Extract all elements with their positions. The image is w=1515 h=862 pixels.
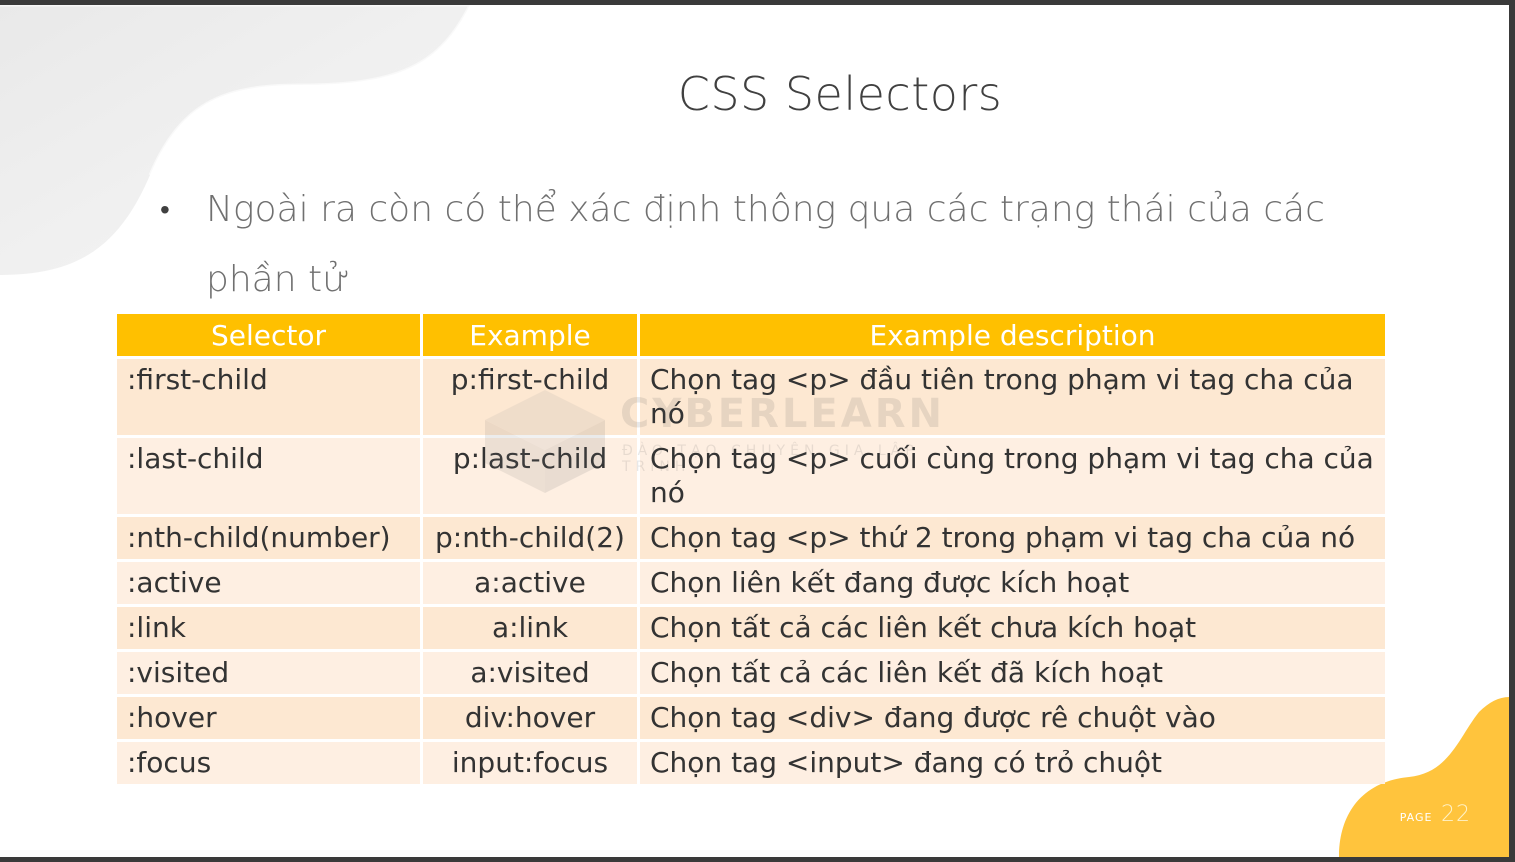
table-row: :focus input:focus Chọn tag <input> đang… [117, 742, 1385, 784]
cell-description: Chọn tất cả các liên kết chưa kích hoạt [640, 607, 1385, 649]
header-description: Example description [640, 314, 1385, 356]
header-example: Example [423, 314, 637, 356]
table-row: :last-child p:last-child Chọn tag <p> cu… [117, 438, 1385, 514]
page-label-text: PAGE [1399, 811, 1433, 824]
selectors-table: Selector Example Example description :fi… [114, 311, 1388, 787]
cell-description: Chọn tag <p> thứ 2 trong phạm vi tag cha… [640, 517, 1385, 559]
cell-description: Chọn tất cả các liên kết đã kích hoạt [640, 652, 1385, 694]
slide-title: CSS Selectors [677, 67, 1003, 121]
page-indicator: PAGE 22 [1400, 802, 1471, 827]
cell-selector: :hover [117, 697, 420, 739]
bullet-dot-icon: • [160, 193, 170, 226]
cell-example: p:last-child [423, 438, 637, 514]
cell-example: a:active [423, 562, 637, 604]
cell-selector: :link [117, 607, 420, 649]
cell-description: Chọn tag <input> đang có trỏ chuột [640, 742, 1385, 784]
cell-description: Chọn tag <p> đầu tiên trong phạm vi tag … [640, 359, 1385, 435]
table-row: :nth-child(number) p:nth-child(2) Chọn t… [117, 517, 1385, 559]
bullet-item: • Ngoài ra còn có thể xác định thông qua… [160, 175, 1380, 315]
table-row: :visited a:visited Chọn tất cả các liên … [117, 652, 1385, 694]
cell-example: p:first-child [423, 359, 637, 435]
cell-example: p:nth-child(2) [423, 517, 637, 559]
table-row: :hover div:hover Chọn tag <div> đang đượ… [117, 697, 1385, 739]
table-row: :first-child p:first-child Chọn tag <p> … [117, 359, 1385, 435]
cell-selector: :first-child [117, 359, 420, 435]
table-row: :link a:link Chọn tất cả các liên kết ch… [117, 607, 1385, 649]
cell-description: Chọn tag <div> đang được rê chuột vào [640, 697, 1385, 739]
cell-example: a:link [423, 607, 637, 649]
bullet-text: Ngoài ra còn có thể xác định thông qua c… [206, 189, 1325, 300]
cell-selector: :nth-child(number) [117, 517, 420, 559]
table-row: :active a:active Chọn liên kết đang được… [117, 562, 1385, 604]
cell-example: div:hover [423, 697, 637, 739]
slide: CSS Selectors • Ngoài ra còn có thể xác … [0, 5, 1509, 857]
cell-selector: :focus [117, 742, 420, 784]
page-number: 22 [1441, 802, 1471, 827]
cell-description: Chọn liên kết đang được kích hoạt [640, 562, 1385, 604]
cell-selector: :visited [117, 652, 420, 694]
cell-example: input:focus [423, 742, 637, 784]
cell-description: Chọn tag <p> cuối cùng trong phạm vi tag… [640, 438, 1385, 514]
cell-selector: :active [117, 562, 420, 604]
table-header-row: Selector Example Example description [117, 314, 1385, 356]
cell-example: a:visited [423, 652, 637, 694]
cell-selector: :last-child [117, 438, 420, 514]
header-selector: Selector [117, 314, 420, 356]
